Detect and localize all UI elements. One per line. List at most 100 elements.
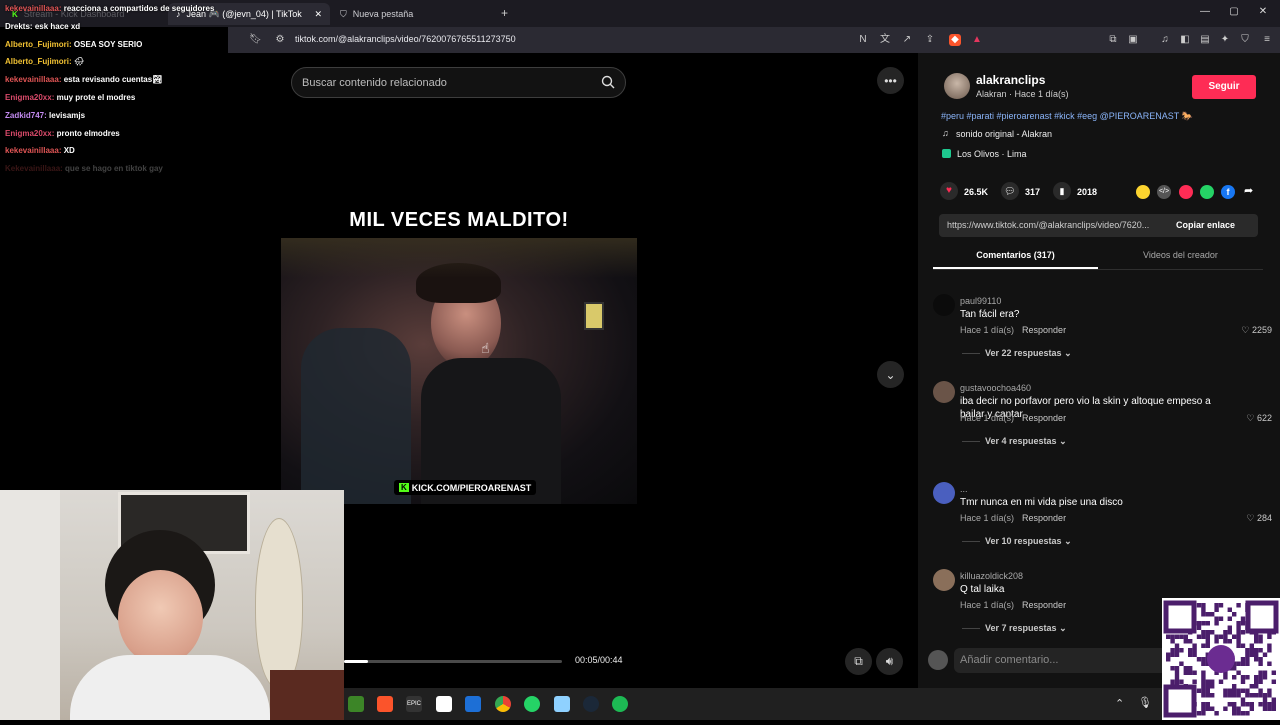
notepad-icon[interactable] — [554, 696, 570, 712]
brave-icon[interactable] — [377, 696, 393, 712]
creator-subline: Alakran · Hace 1 día(s) — [976, 89, 1069, 99]
heart-outline-icon[interactable]: ♡ — [1241, 325, 1252, 335]
new-tab-icon[interactable]: + — [501, 6, 508, 20]
minecraft-icon[interactable] — [348, 696, 364, 712]
site-settings-icon[interactable]: ⚙︎ — [274, 34, 286, 46]
commenter-avatar[interactable] — [933, 482, 955, 504]
chrome-icon[interactable] — [495, 696, 511, 712]
leo-ai-icon[interactable]: ✦ — [1219, 34, 1231, 46]
reply-button[interactable]: Responder — [1022, 325, 1066, 335]
share-icon[interactable]: ⇪ — [924, 34, 936, 46]
music-icon[interactable]: ♫ — [1159, 34, 1171, 46]
calculator-icon[interactable] — [465, 696, 481, 712]
minimize-icon[interactable]: — — [1198, 6, 1212, 17]
tab-comments[interactable]: Comentarios (317) — [933, 250, 1098, 260]
commenter-avatar[interactable] — [933, 569, 955, 591]
chevron-up-icon[interactable]: ⌃ — [1115, 697, 1124, 710]
creator-avatar[interactable] — [944, 73, 970, 99]
comment-username[interactable]: killuazoldick208 — [960, 571, 1023, 581]
kick-logo-icon: K — [399, 483, 409, 492]
search-input[interactable]: Buscar contenido relacionado — [291, 67, 626, 98]
close-tab-icon[interactable]: ✕ — [314, 9, 322, 20]
like-icon[interactable]: ♥ — [940, 182, 958, 200]
save-count: 2018 — [1077, 187, 1098, 197]
tab-new[interactable]: ⛉ Nueva pestaña — [332, 3, 497, 25]
hashtags[interactable]: #peru #parati #pieroarenast #kick #eeg @… — [941, 111, 1193, 122]
view-replies-button[interactable]: Ver 7 respuestas ⌄ — [962, 623, 1067, 634]
vpn-icon[interactable]: ⛉ — [1239, 34, 1251, 46]
brave-rewards-icon[interactable]: ▲ — [971, 34, 983, 46]
heart-outline-icon[interactable]: ♡ — [1246, 413, 1257, 423]
view-replies-button[interactable]: Ver 22 respuestas ⌄ — [962, 348, 1072, 359]
chat-username: Alberto_Fujimori: — [5, 57, 72, 67]
commenter-avatar[interactable] — [933, 294, 955, 316]
comment-username[interactable]: gustavoochoa460 — [960, 383, 1031, 393]
more-options-button[interactable]: ••• — [877, 67, 904, 94]
reply-button[interactable]: Responder — [1022, 413, 1066, 423]
sound-name[interactable]: sonido original - Alakran — [956, 129, 1052, 139]
comment-username[interactable]: ... — [960, 484, 968, 494]
whatsapp-icon[interactable] — [524, 696, 540, 712]
poster — [584, 302, 604, 330]
embed-icon[interactable]: </> — [1157, 185, 1171, 199]
menu-icon[interactable]: ≡ — [1261, 34, 1273, 46]
extensions-icon[interactable]: ⧉ — [1107, 34, 1119, 46]
screenshot-icon[interactable]: ▣ — [1127, 34, 1139, 46]
pip-button[interactable]: ⧉ — [845, 648, 872, 675]
heart-outline-icon[interactable]: ♡ — [1246, 513, 1257, 523]
comment-icon[interactable]: 💬︎ — [1001, 182, 1019, 200]
copy-link-button[interactable]: Copiar enlace — [1176, 220, 1235, 230]
volume-button[interactable]: 🔊︎ — [876, 648, 903, 675]
kick-url: KICK.COM/PIEROARENAST — [411, 482, 532, 493]
video-progress-bar[interactable] — [344, 660, 562, 663]
chat-message: Zadkid747: levisamjs — [0, 107, 228, 125]
view-replies-button[interactable]: Ver 10 respuestas ⌄ — [962, 536, 1072, 547]
brave-shield-icon[interactable]: ◆ — [949, 34, 961, 46]
view-replies-label: Ver 10 respuestas — [985, 536, 1062, 546]
comment-like[interactable]: ♡ 622 — [1222, 413, 1272, 424]
maximize-icon[interactable]: ▢ — [1227, 6, 1241, 17]
spotify-icon[interactable] — [612, 696, 628, 712]
wallet-icon[interactable]: ▤ — [1199, 34, 1211, 46]
whatsapp-share-icon[interactable] — [1200, 185, 1214, 199]
url-field[interactable]: tiktok.com/@alakranclips/video/762007676… — [295, 34, 516, 44]
tab-creator-videos[interactable]: Videos del creador — [1098, 250, 1263, 260]
open-external-icon[interactable]: ↗ — [901, 34, 913, 46]
chat-message: kekevainillaaa: XD — [0, 142, 228, 160]
video-link[interactable]: https://www.tiktok.com/@alakranclips/vid… — [947, 220, 1167, 230]
reply-button[interactable]: Responder — [1022, 513, 1066, 523]
close-window-icon[interactable]: ✕ — [1256, 6, 1270, 17]
send-icon[interactable] — [1179, 185, 1193, 199]
bookmark-icon[interactable]: 🔖︎ — [249, 34, 262, 46]
coin-icon[interactable] — [1136, 185, 1150, 199]
comment-like[interactable]: ♡ 2259 — [1222, 325, 1272, 336]
chat-username: Kekevainillaaa: — [5, 164, 63, 174]
qr-pattern — [1163, 600, 1279, 718]
next-video-button[interactable]: ⌄ — [877, 361, 904, 388]
chat-text: 🌧 — [73, 57, 85, 67]
bookmark-icon[interactable]: ▮ — [1053, 182, 1071, 200]
chat-message: kekevainillaaa: reacciona a compartidos … — [0, 0, 228, 18]
tab-label: Nueva pestaña — [352, 9, 414, 19]
commenter-avatar[interactable] — [933, 381, 955, 403]
webcam-overlay — [0, 490, 344, 720]
capcut-icon[interactable] — [436, 696, 452, 712]
comment-username[interactable]: paul99110 — [960, 296, 1001, 306]
creator-username[interactable]: alakranclips — [976, 73, 1045, 87]
reply-button[interactable]: Responder — [1022, 600, 1066, 610]
search-icon[interactable] — [601, 75, 615, 89]
no-tracking-icon[interactable]: N — [857, 34, 869, 46]
follow-button[interactable]: Seguir — [1192, 75, 1256, 99]
view-replies-button[interactable]: Ver 4 respuestas ⌄ — [962, 436, 1067, 447]
share-arrow-icon[interactable]: ➦ — [1244, 184, 1253, 197]
facebook-icon[interactable]: f — [1221, 185, 1235, 199]
epic-games-icon[interactable]: EPIC — [406, 696, 422, 712]
location[interactable]: Los Olivos · Lima — [957, 149, 1027, 159]
add-comment-input[interactable]: Añadir comentario... — [954, 648, 1164, 673]
translate-icon[interactable]: 文 — [879, 34, 891, 46]
sidebar-icon[interactable]: ◧ — [1179, 34, 1191, 46]
steam-icon[interactable] — [583, 696, 599, 712]
face — [118, 570, 203, 665]
microphone-icon[interactable]: 🎙︎ — [1138, 696, 1152, 709]
comment-like[interactable]: ♡ 284 — [1222, 513, 1272, 524]
